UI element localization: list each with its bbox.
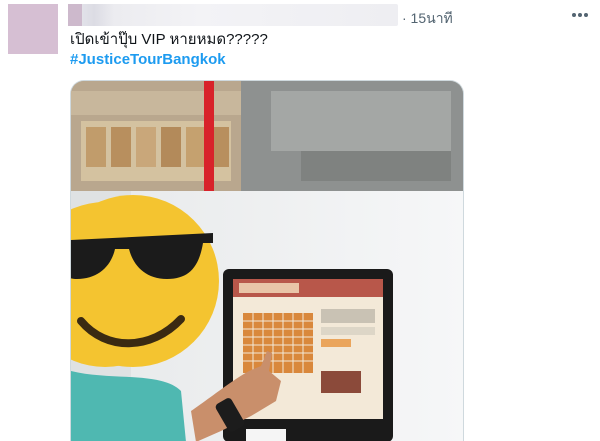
tweet-photo[interactable] (70, 80, 464, 441)
redacted-username (68, 4, 398, 26)
photo-scene (71, 81, 463, 441)
hashtag-link[interactable]: #JusticeTourBangkok (70, 50, 226, 70)
avatar[interactable] (8, 4, 58, 54)
more-options-icon (572, 13, 588, 17)
tweet-timestamp[interactable]: · 15นาที (402, 8, 453, 30)
more-options-button[interactable] (569, 6, 591, 24)
tweet-text: เปิดเข้าปุ๊บ VIP หายหมด????? (70, 31, 268, 48)
